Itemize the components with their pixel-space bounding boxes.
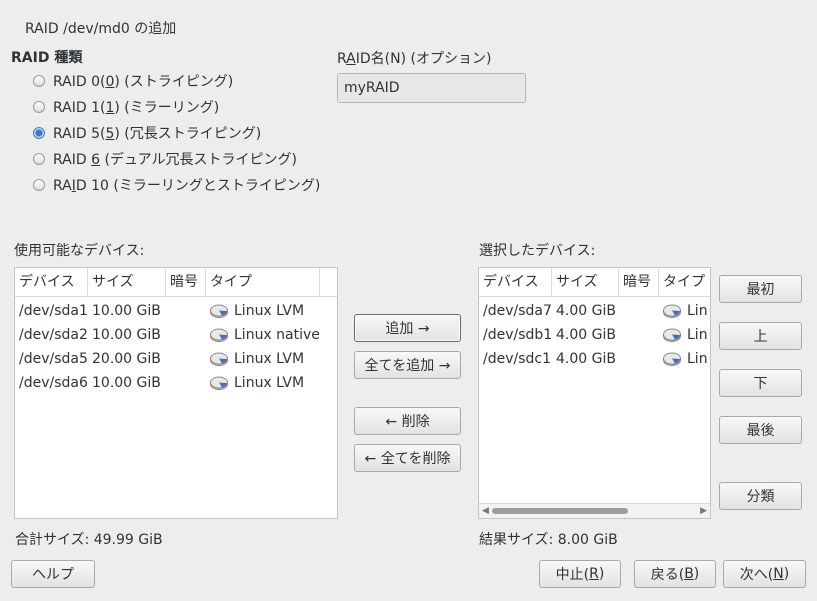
hard-disk-icon [210,376,228,390]
scroll-right-arrow-icon[interactable]: ▶ [700,504,707,518]
selected-total-size: 結果サイズ: 8.00 GiB [479,532,618,548]
scrollbar-thumb[interactable] [492,508,628,514]
column-header-size[interactable]: サイズ [88,268,166,296]
raid-type-label: RAID 種類 [11,50,83,66]
selected-devices-table[interactable]: デバイス サイズ 暗号 タイプ /dev/sda7 4.00 GiB Lin /… [478,267,711,519]
table-row[interactable]: /dev/sda2 10.00 GiB Linux native [15,323,337,347]
add-all-button[interactable]: 全てを追加 → [354,351,461,379]
raid-name-label: RAID名(N) (オプション) [337,51,492,67]
hard-disk-icon [210,328,228,342]
cell-type: Linux LVM [210,371,304,395]
remove-button[interactable]: ← 削除 [354,407,461,435]
available-total-size: 合計サイズ: 49.99 GiB [15,532,163,548]
cell-size: 4.00 GiB [556,303,616,319]
hard-disk-icon [663,304,681,318]
cell-type: Lin [663,299,708,323]
sort-button[interactable]: 分類 [719,482,802,510]
radio-raid0-label: RAID 0(0) (ストライピング) [53,74,234,90]
cell-size: 20.00 GiB [92,351,161,367]
table-header: デバイス サイズ 暗号 タイプ [479,268,710,297]
move-top-button[interactable]: 最初 [719,275,802,303]
hard-disk-icon [210,304,228,318]
cell-size: 10.00 GiB [92,375,161,391]
cell-device: /dev/sdc1 [483,351,552,367]
radio-raid0[interactable]: RAID 0(0) (ストライピング) [33,71,233,91]
radio-raid1-label: RAID 1(1) (ミラーリング) [53,100,220,116]
available-devices-table[interactable]: デバイス サイズ 暗号 タイプ /dev/sda1 10.00 GiB Linu… [14,267,338,519]
cell-device: /dev/sdb1 [483,327,553,343]
radio-raid5-label: RAID 5(5) (冗長ストライピング) [53,126,262,142]
column-header-device[interactable]: デバイス [15,268,88,296]
back-button[interactable]: 戻る(B) [634,560,716,588]
add-button[interactable]: 追加 → [354,314,461,342]
horizontal-scrollbar[interactable]: ◀ ▶ [479,503,710,518]
column-header-encrypted[interactable]: 暗号 [619,268,659,296]
radio-raid6[interactable]: RAID 6 (デュアル冗長ストライピング) [33,149,297,169]
table-row[interactable]: /dev/sdc1 4.00 GiB Lin [479,347,710,371]
table-row[interactable]: /dev/sda1 10.00 GiB Linux LVM [15,299,337,323]
cell-size: 10.00 GiB [92,327,161,343]
cell-size: 4.00 GiB [556,351,616,367]
table-row[interactable]: /dev/sda7 4.00 GiB Lin [479,299,710,323]
cell-type: Linux native [210,323,320,347]
cell-device: /dev/sda6 [19,375,88,391]
cell-size: 10.00 GiB [92,303,161,319]
table-row[interactable]: /dev/sdb1 4.00 GiB Lin [479,323,710,347]
move-up-button[interactable]: 上 [719,322,802,350]
radio-raid10-label: RAID 10 (ミラーリングとストライピング) [53,178,321,194]
cell-type: Linux LVM [210,347,304,371]
hard-disk-icon [210,352,228,366]
dialog-title: RAID /dev/md0 の追加 [25,21,177,37]
table-row[interactable]: /dev/sda5 20.00 GiB Linux LVM [15,347,337,371]
abort-button[interactable]: 中止(R) [539,560,621,588]
table-header: デバイス サイズ 暗号 タイプ [15,268,337,297]
raid-name-input[interactable]: myRAID [337,73,526,103]
remove-all-button[interactable]: ← 全てを削除 [354,444,461,472]
radio-checked-icon[interactable] [33,127,45,139]
selected-devices-label: 選択したデバイス: [479,243,596,259]
cell-device: /dev/sda7 [483,303,552,319]
radio-icon[interactable] [33,101,45,113]
cell-device: /dev/sda5 [19,351,88,367]
column-header-size[interactable]: サイズ [552,268,619,296]
move-down-button[interactable]: 下 [719,369,802,397]
column-header-device[interactable]: デバイス [479,268,552,296]
available-devices-label: 使用可能なデバイス: [14,243,145,259]
radio-raid1[interactable]: RAID 1(1) (ミラーリング) [33,97,219,117]
radio-raid5[interactable]: RAID 5(5) (冗長ストライピング) [33,123,261,143]
scroll-left-arrow-icon[interactable]: ◀ [482,504,489,518]
next-button[interactable]: 次へ(N) [723,560,806,588]
table-row[interactable]: /dev/sda6 10.00 GiB Linux LVM [15,371,337,395]
help-button[interactable]: ヘルプ [11,560,95,588]
radio-icon[interactable] [33,153,45,165]
radio-icon[interactable] [33,179,45,191]
cell-device: /dev/sda1 [19,303,88,319]
hard-disk-icon [663,328,681,342]
cell-type: Linux LVM [210,299,304,323]
cell-type: Lin [663,323,708,347]
radio-raid6-label: RAID 6 (デュアル冗長ストライピング) [53,152,297,168]
column-header-type[interactable]: タイプ [206,268,320,296]
column-header-encrypted[interactable]: 暗号 [166,268,206,296]
cell-size: 4.00 GiB [556,327,616,343]
radio-raid10[interactable]: RAID 10 (ミラーリングとストライピング) [33,175,320,195]
column-header-type[interactable]: タイプ [659,268,710,296]
move-bottom-button[interactable]: 最後 [719,416,802,444]
cell-type: Lin [663,347,708,371]
radio-icon[interactable] [33,75,45,87]
cell-device: /dev/sda2 [19,327,88,343]
hard-disk-icon [663,352,681,366]
